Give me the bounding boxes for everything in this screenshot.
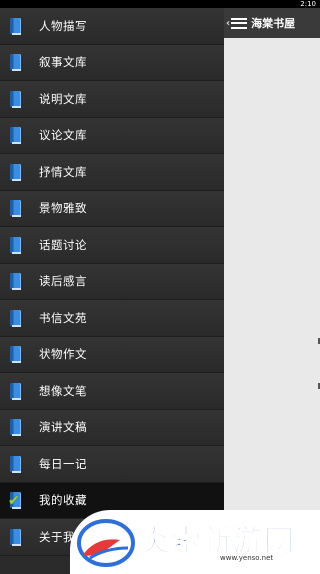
book-icon (10, 200, 21, 218)
watermark-logo-icon (77, 519, 135, 567)
watermark: 炎索新游网 www.yenso.net (70, 510, 320, 574)
book-icon (10, 273, 21, 291)
drawer-item-label: 演讲文稿 (39, 420, 87, 435)
book-icon (10, 528, 21, 546)
back-chevron-icon[interactable]: ‹ (226, 18, 230, 29)
drawer-item-label: 叙事文库 (39, 55, 87, 70)
watermark-url: www.yenso.net (220, 554, 274, 562)
drawer-item-label: 议论文库 (39, 128, 87, 143)
book-icon (10, 17, 21, 35)
book-icon (10, 309, 21, 327)
drawer-item-reviews[interactable]: 读后感言 (0, 263, 224, 300)
book-check-icon: ✔ (8, 492, 21, 510)
checkmark-icon: ✔ (8, 493, 20, 510)
drawer-item-label: 想像文笔 (39, 383, 87, 398)
drawer-item-diary[interactable]: 每日一记 (0, 446, 224, 483)
status-bar: 2:10 (0, 0, 320, 8)
drawer-item-label: 状物作文 (39, 347, 87, 362)
book-icon (10, 236, 21, 254)
menu-icon[interactable] (231, 17, 248, 29)
book-icon (10, 163, 21, 181)
drawer-item-label: 书信文苑 (39, 310, 87, 325)
drawer-item-label: 人物描写 (39, 18, 87, 33)
navigation-drawer: 人物描写 叙事文库 说明文库 议论文库 抒情文库 景物雅致 话题讨论 读后感言 … (0, 8, 224, 574)
book-icon (10, 382, 21, 400)
drawer-item-expository[interactable]: 说明文库 (0, 81, 224, 118)
book-icon (10, 127, 21, 145)
status-time: 2:10 (300, 0, 316, 8)
drawer-item-scenery[interactable]: 景物雅致 (0, 190, 224, 227)
drawer-item-label: 说明文库 (39, 91, 87, 106)
book-icon (10, 346, 21, 364)
drawer-item-label: 话题讨论 (39, 237, 87, 252)
app-bar[interactable]: ‹ 海棠书屋 (224, 8, 320, 38)
drawer-item-label: 我的收藏 (39, 493, 87, 508)
book-icon (10, 54, 21, 72)
main-content (224, 8, 320, 574)
drawer-item-label: 抒情文库 (39, 164, 87, 179)
drawer-item-label: 景物雅致 (39, 201, 87, 216)
drawer-item-speeches[interactable]: 演讲文稿 (0, 409, 224, 446)
drawer-item-imagination[interactable]: 想像文笔 (0, 373, 224, 410)
drawer-item-label: 读后感言 (39, 274, 87, 289)
drawer-item-topics[interactable]: 话题讨论 (0, 227, 224, 264)
book-icon (10, 455, 21, 473)
drawer-item-letters[interactable]: 书信文苑 (0, 300, 224, 337)
book-icon (10, 419, 21, 437)
drawer-item-character[interactable]: 人物描写 (0, 8, 224, 45)
drawer-item-argumentative[interactable]: 议论文库 (0, 117, 224, 154)
app-title: 海棠书屋 (251, 17, 296, 30)
drawer-item-label: 每日一记 (39, 456, 87, 471)
drawer-item-narrative[interactable]: 叙事文库 (0, 44, 224, 81)
drawer-item-objects[interactable]: 状物作文 (0, 336, 224, 373)
book-icon (10, 90, 21, 108)
drawer-item-lyrical[interactable]: 抒情文库 (0, 154, 224, 191)
